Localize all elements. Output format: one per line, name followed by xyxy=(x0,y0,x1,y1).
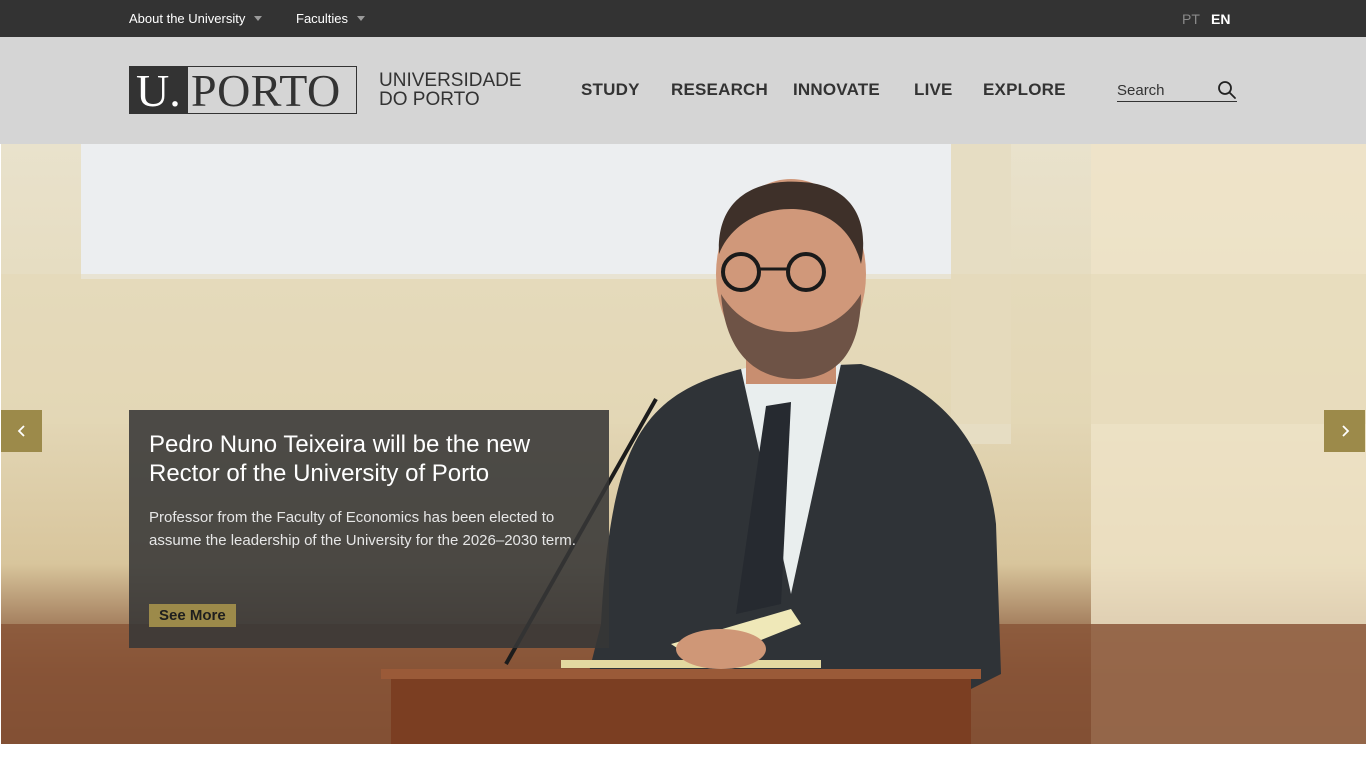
nav-research[interactable]: RESEARCH xyxy=(671,80,768,100)
nav-explore[interactable]: EXPLORE xyxy=(983,80,1066,100)
search-box xyxy=(1117,79,1237,102)
nav-study[interactable]: STUDY xyxy=(581,80,640,100)
about-university-label: About the University xyxy=(129,11,246,26)
slide-caption: Pedro Nuno Teixeira will be the new Rect… xyxy=(129,410,609,648)
language-pt-link[interactable]: PT xyxy=(1182,11,1200,27)
search-icon[interactable] xyxy=(1217,80,1237,100)
faculties-label: Faculties xyxy=(296,11,349,26)
nav-innovate[interactable]: INNOVATE xyxy=(793,80,880,100)
language-en-link[interactable]: EN xyxy=(1211,11,1230,27)
top-bar: About the University Faculties PT EN xyxy=(0,0,1366,37)
university-name-line1: UNIVERSIDADE xyxy=(379,70,522,91)
nav-live[interactable]: LIVE xyxy=(914,80,953,100)
about-university-menu[interactable]: About the University xyxy=(129,11,263,26)
caret-down-icon xyxy=(357,16,366,22)
see-more-button[interactable]: See More xyxy=(149,604,236,627)
slider-prev-button[interactable] xyxy=(1,410,42,452)
uporto-logo[interactable]: U. PORTO xyxy=(129,65,357,116)
university-name: UNIVERSIDADE DO PORTO xyxy=(379,71,522,109)
logo-porto-wordmark: PORTO xyxy=(191,65,341,116)
faculties-menu[interactable]: Faculties xyxy=(296,11,366,26)
slider-next-button[interactable] xyxy=(1324,410,1365,452)
chevron-right-icon xyxy=(1341,425,1349,437)
chevron-left-icon xyxy=(17,425,25,437)
university-name-line2: DO PORTO xyxy=(379,89,480,110)
slide-title[interactable]: Pedro Nuno Teixeira will be the new Rect… xyxy=(149,430,589,488)
slide-description: Professor from the Faculty of Economics … xyxy=(149,509,576,549)
main-header: U. PORTO UNIVERSIDADE DO PORTO STUDY RES… xyxy=(0,37,1366,144)
caret-down-icon xyxy=(254,16,263,22)
hero-slider: Pedro Nuno Teixeira will be the new Rect… xyxy=(1,144,1366,744)
search-input[interactable] xyxy=(1117,79,1213,101)
logo-u-mark: U. xyxy=(130,67,188,115)
